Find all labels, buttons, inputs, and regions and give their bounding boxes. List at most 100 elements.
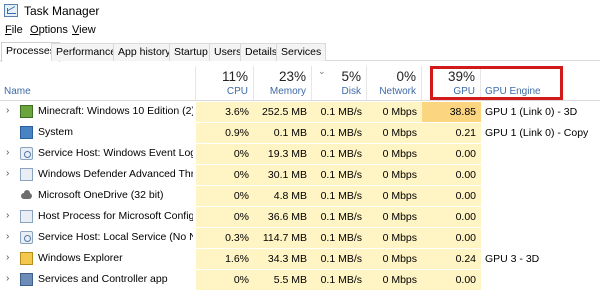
network-value: 0 Mbps bbox=[382, 106, 417, 118]
process-row[interactable]: › Minecraft: Windows 10 Edition (2) 3.6% 25… bbox=[0, 102, 600, 122]
cell-memory: 30.1 MB bbox=[254, 165, 312, 185]
task-manager-icon bbox=[4, 4, 18, 17]
cell-gpu: 0.00 bbox=[422, 144, 481, 164]
cell-cpu: 0% bbox=[196, 165, 254, 185]
column-header-gpu-engine[interactable]: GPU Engine bbox=[481, 66, 600, 100]
gpu-value: 0.00 bbox=[455, 169, 476, 181]
process-row[interactable]: › Windows Explorer 1.6% 34.3 MB 0.1 MB/s 0 Mb… bbox=[0, 249, 600, 269]
tab-services[interactable]: Services bbox=[276, 43, 327, 61]
cell-network: 0 Mbps bbox=[367, 165, 422, 185]
memory-value: 30.1 MB bbox=[267, 169, 307, 181]
menu-file[interactable]: File bbox=[5, 24, 23, 36]
column-header-gpu[interactable]: 39% GPU bbox=[422, 66, 481, 100]
column-header-network[interactable]: 0% Network bbox=[367, 66, 422, 100]
gpu-engine-value: GPU 3 - 3D bbox=[485, 253, 540, 265]
column-label-name: Name bbox=[4, 86, 31, 97]
disk-value: 0.1 MB/s bbox=[320, 211, 362, 223]
cpu-total-percent: 11% bbox=[221, 69, 248, 84]
cell-disk: 0.1 MB/s bbox=[312, 102, 367, 122]
cell-disk: 0.1 MB/s bbox=[312, 144, 367, 164]
column-header-disk[interactable]: 5% Disk bbox=[312, 66, 367, 100]
menu-view[interactable]: View bbox=[72, 24, 96, 36]
cell-cpu: 1.6% bbox=[196, 249, 254, 269]
column-header-memory[interactable]: 23% Memory bbox=[254, 66, 312, 100]
memory-value: 4.8 MB bbox=[273, 190, 307, 202]
column-header-name[interactable]: Name bbox=[0, 66, 196, 100]
cell-gpu-engine bbox=[481, 144, 600, 164]
onedrive-icon bbox=[20, 189, 33, 202]
process-row[interactable]: › Service Host: Windows Event Log 0% 19.3 M… bbox=[0, 144, 600, 164]
cpu-value: 1.6% bbox=[225, 253, 249, 265]
host-process-icon bbox=[20, 210, 33, 223]
cell-memory: 4.8 MB bbox=[254, 186, 312, 206]
service-host-icon bbox=[20, 147, 33, 160]
memory-value: 5.5 MB bbox=[273, 274, 307, 286]
column-label-disk: Disk bbox=[341, 86, 361, 97]
expand-chevron-icon[interactable]: › bbox=[6, 147, 9, 158]
process-row[interactable]: › Host Process for Microsoft Configu... 0%… bbox=[0, 207, 600, 227]
column-label-gpu-engine: GPU Engine bbox=[485, 86, 541, 97]
header-divider bbox=[0, 100, 600, 101]
tab-app-history[interactable]: App history bbox=[113, 43, 176, 61]
network-value: 0 Mbps bbox=[382, 148, 417, 160]
expand-chevron-icon[interactable]: › bbox=[6, 105, 9, 116]
cell-gpu-engine: GPU 1 (Link 0) - Copy bbox=[481, 123, 600, 143]
network-value: 0 Mbps bbox=[382, 232, 417, 244]
process-name: Service Host: Local Service (No Net... bbox=[38, 231, 193, 243]
cell-disk: 0.1 MB/s bbox=[312, 228, 367, 248]
cell-disk: 0.1 MB/s bbox=[312, 165, 367, 185]
process-row[interactable]: › Service Host: Local Service (No Net... 0… bbox=[0, 228, 600, 248]
gpu-value: 38.85 bbox=[449, 106, 476, 118]
cpu-value: 0% bbox=[233, 169, 249, 181]
memory-value: 114.7 MB bbox=[262, 232, 307, 244]
column-label-gpu: GPU bbox=[453, 86, 475, 97]
cell-disk: 0.1 MB/s bbox=[312, 207, 367, 227]
expand-chevron-icon[interactable]: › bbox=[6, 168, 9, 179]
network-value: 0 Mbps bbox=[382, 127, 417, 139]
expand-chevron-icon[interactable]: › bbox=[6, 210, 9, 221]
cell-cpu: 0% bbox=[196, 144, 254, 164]
gpu-engine-value: GPU 1 (Link 0) - 3D bbox=[485, 106, 578, 118]
process-row[interactable]: System 0.9% 0.1 MB 0.1 MB/s 0 Mbps 0.21 GPU 1 … bbox=[0, 123, 600, 143]
menu-bar: File Options View bbox=[0, 23, 600, 39]
menu-options[interactable]: Options bbox=[30, 24, 68, 36]
cell-gpu: 0.00 bbox=[422, 228, 481, 248]
cell-memory: 0.1 MB bbox=[254, 123, 312, 143]
tab-startup[interactable]: Startup bbox=[169, 43, 213, 61]
cell-network: 0 Mbps bbox=[367, 228, 422, 248]
cell-gpu-engine bbox=[481, 165, 600, 185]
cell-gpu: 0.21 bbox=[422, 123, 481, 143]
expand-chevron-icon[interactable]: › bbox=[6, 252, 9, 263]
gpu-total-percent: 39% bbox=[447, 69, 475, 84]
cell-gpu-engine: GPU 3 - 3D bbox=[481, 249, 600, 269]
tab-performance[interactable]: Performance bbox=[51, 43, 122, 61]
disk-value: 0.1 MB/s bbox=[320, 127, 362, 139]
cell-memory: 36.6 MB bbox=[254, 207, 312, 227]
process-name: System bbox=[38, 126, 74, 138]
cell-disk: 0.1 MB/s bbox=[312, 123, 367, 143]
cell-gpu-engine bbox=[481, 270, 600, 290]
column-header-cpu[interactable]: 11% CPU bbox=[196, 66, 254, 100]
process-row[interactable]: Microsoft OneDrive (32 bit) 0% 4.8 MB 0.1 M… bbox=[0, 186, 600, 206]
cell-gpu: 0.00 bbox=[422, 186, 481, 206]
process-row[interactable]: › Windows Defender Advanced Thre... 0% 30.1… bbox=[0, 165, 600, 185]
cell-network: 0 Mbps bbox=[367, 123, 422, 143]
cell-gpu-engine bbox=[481, 186, 600, 206]
expand-chevron-icon[interactable]: › bbox=[6, 231, 9, 242]
cpu-value: 0.3% bbox=[225, 232, 249, 244]
expand-chevron-icon[interactable]: › bbox=[6, 273, 9, 284]
service-host-icon bbox=[20, 231, 33, 244]
cpu-value: 0% bbox=[233, 190, 249, 202]
process-row[interactable]: › Services and Controller app 0% 5.5 MB 0.1 … bbox=[0, 270, 600, 290]
memory-value: 34.3 MB bbox=[267, 253, 307, 265]
process-name: Microsoft OneDrive (32 bit) bbox=[38, 189, 164, 201]
cell-gpu: 38.85 bbox=[422, 102, 481, 122]
disk-value: 0.1 MB/s bbox=[320, 106, 362, 118]
memory-total-percent: 23% bbox=[278, 69, 306, 84]
process-name: Services and Controller app bbox=[38, 273, 168, 285]
cpu-value: 0% bbox=[233, 148, 249, 160]
disk-value: 0.1 MB/s bbox=[320, 232, 362, 244]
memory-value: 19.3 MB bbox=[267, 148, 307, 160]
cell-network: 0 Mbps bbox=[367, 186, 422, 206]
network-value: 0 Mbps bbox=[382, 190, 417, 202]
